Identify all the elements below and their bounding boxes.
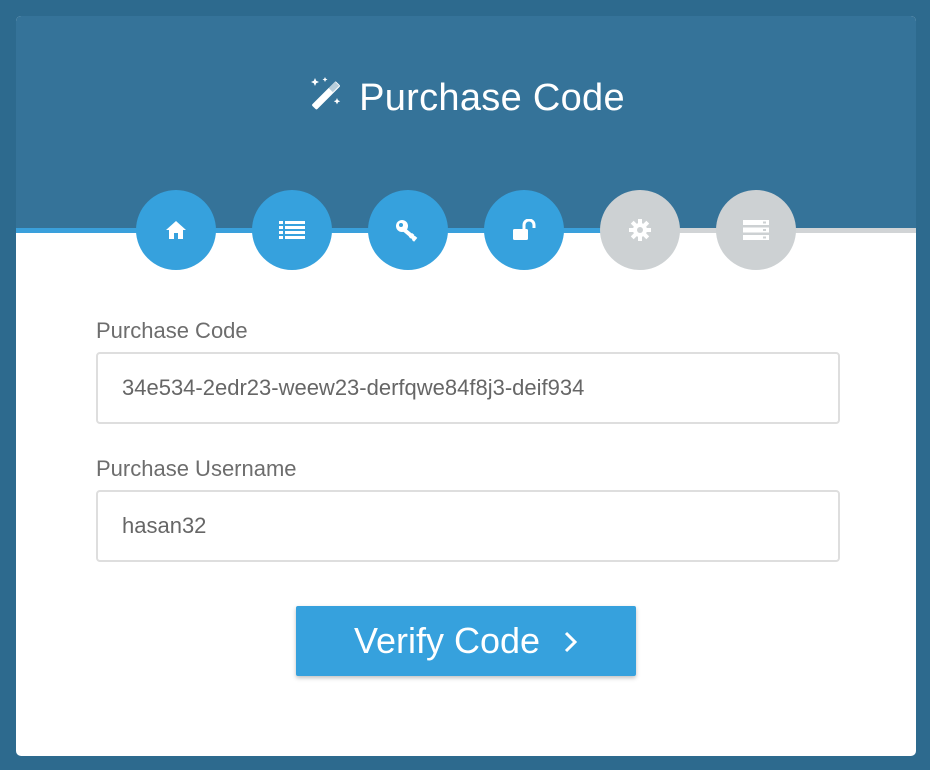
unlock-icon <box>513 219 536 240</box>
page-title-text: Purchase Code <box>359 77 625 119</box>
list-icon <box>279 221 305 239</box>
magic-wand-icon <box>307 76 345 124</box>
step-unlock[interactable] <box>484 190 564 270</box>
chevron-right-icon <box>564 620 578 662</box>
step-server[interactable] <box>716 190 796 270</box>
step-settings[interactable] <box>600 190 680 270</box>
purchase-username-label: Purchase Username <box>96 456 297 481</box>
home-icon <box>166 221 186 239</box>
purchase-code-label: Purchase Code <box>96 318 248 343</box>
verify-code-label: Verify Code <box>353 620 541 661</box>
step-home[interactable] <box>136 190 216 270</box>
step-list[interactable] <box>252 190 332 270</box>
installer-card: Purchase Code Purchase Code 34e534-2edr2… <box>16 16 916 756</box>
purchase-username-input[interactable] <box>96 490 840 562</box>
key-icon <box>396 220 418 242</box>
purchase-code-input[interactable] <box>96 352 840 424</box>
page-title: Purchase Code <box>16 76 916 124</box>
server-icon <box>743 220 769 240</box>
gear-icon <box>629 219 651 241</box>
step-key[interactable] <box>368 190 448 270</box>
verify-code-button[interactable]: Verify Code <box>296 606 636 676</box>
